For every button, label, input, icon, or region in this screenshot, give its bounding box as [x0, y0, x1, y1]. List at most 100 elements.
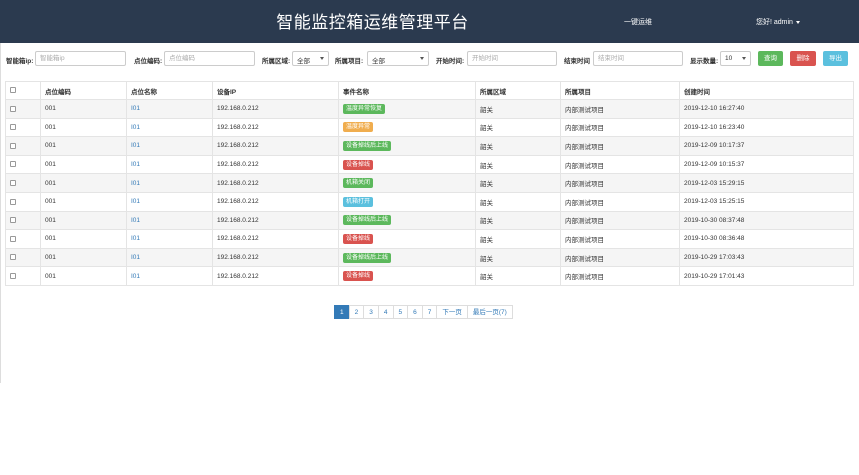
project-label: 所属项目:: [335, 58, 364, 65]
row-select-cell[interactable]: [5, 173, 41, 193]
column-header: 所属项目: [560, 81, 680, 100]
event-badge: 设备掉线: [343, 271, 374, 282]
point-name-link[interactable]: I01: [131, 124, 140, 131]
table-row[interactable]: 001 I01 192.168.0.212 设备掉线 韶关 内部测试项目 2019-10-3…: [5, 229, 854, 249]
page-7-button[interactable]: 7: [421, 305, 438, 319]
row-select-cell[interactable]: [5, 247, 41, 268]
page-1-button[interactable]: 1: [334, 305, 350, 319]
row-checkbox[interactable]: [10, 161, 16, 168]
event-badge: 设备掉线后上线: [343, 140, 392, 151]
project-cell: 内部测试项目: [560, 266, 680, 286]
table-row[interactable]: 001 I01 192.168.0.212 设备掉线 韶关 内部测试项目 2019-12-0…: [5, 154, 854, 175]
table-row[interactable]: 001 I01 192.168.0.212 机箱打开 韶关 内部测试项目 2019-12-0…: [5, 191, 854, 212]
point-name-cell: I01: [126, 210, 213, 231]
last-page-button[interactable]: 最后一页(7): [466, 305, 513, 319]
row-select-cell[interactable]: [5, 229, 41, 249]
table-row[interactable]: 001 I01 192.168.0.212 设备掉线 韶关 内部测试项目 2019-10-2…: [5, 266, 854, 286]
point-name-link[interactable]: I01: [131, 217, 140, 224]
row-checkbox[interactable]: [10, 217, 16, 224]
point-code-cell: 001: [40, 191, 127, 212]
user-menu[interactable]: 您好! admin: [756, 17, 800, 27]
event-name-cell: 设备掉线后上线: [338, 136, 476, 156]
created-time-cell: 2019-12-09 10:15:37: [679, 154, 854, 175]
point-name-cell: I01: [126, 229, 213, 249]
page-4-button[interactable]: 4: [377, 305, 394, 319]
row-checkbox[interactable]: [10, 254, 16, 261]
row-checkbox[interactable]: [10, 179, 16, 186]
pagination: 1 2 3 4 5 6 7 下一页 最后一页(7): [334, 305, 513, 319]
row-select-cell[interactable]: [5, 191, 41, 212]
point-name-link[interactable]: I01: [131, 235, 140, 242]
row-checkbox[interactable]: [10, 142, 16, 149]
one-click-maintenance-link[interactable]: 一键运维: [624, 17, 652, 27]
created-time-cell: 2019-10-29 17:01:43: [679, 266, 854, 286]
event-badge: 温度异常恢复: [343, 103, 386, 114]
row-select-cell[interactable]: [5, 136, 41, 156]
created-time-cell: 2019-12-03 15:25:15: [679, 191, 854, 212]
table-row[interactable]: 001 I01 192.168.0.212 设备掉线后上线 韶关 内部测试项目 2019-1…: [5, 210, 854, 231]
row-checkbox[interactable]: [10, 272, 16, 279]
row-checkbox[interactable]: [10, 124, 16, 131]
column-header: 创建时间: [679, 81, 854, 100]
created-time-cell: 2019-12-09 10:17:37: [679, 136, 854, 156]
page-3-button[interactable]: 3: [363, 305, 379, 319]
box-ip-input[interactable]: [35, 51, 126, 66]
row-checkbox[interactable]: [10, 198, 16, 205]
device-ip-cell: 192.168.0.212: [212, 266, 339, 286]
table-row[interactable]: 001 I01 192.168.0.212 设备掉线后上线 韶关 内部测试项目 2019-1…: [5, 136, 854, 156]
point-name-link[interactable]: I01: [131, 198, 140, 205]
query-button[interactable]: 查询: [758, 51, 783, 66]
created-time-cell: 2019-12-10 16:27:40: [679, 99, 854, 119]
page: 智能监控箱运维管理平台 一键运维 您好! admin 智能箱ip: 点位编码: …: [0, 0, 859, 475]
row-select-cell[interactable]: [5, 154, 41, 175]
area-cell: 韶关: [475, 247, 561, 268]
row-checkbox[interactable]: [10, 235, 16, 242]
area-select[interactable]: 全部: [292, 51, 329, 66]
point-name-link[interactable]: I01: [131, 142, 140, 149]
point-name-link[interactable]: I01: [131, 273, 140, 280]
select-all-checkbox[interactable]: [10, 87, 16, 94]
point-name-link[interactable]: I01: [131, 161, 140, 168]
page-6-button[interactable]: 6: [407, 305, 423, 319]
next-page-button[interactable]: 下一页: [436, 305, 468, 319]
table-row[interactable]: 001 I01 192.168.0.212 温度异常恢复 韶关 内部测试项目 2019-12…: [5, 99, 854, 119]
table-row[interactable]: 001 I01 192.168.0.212 温度异常 韶关 内部测试项目 2019-12-1…: [5, 117, 854, 138]
row-select-cell[interactable]: [5, 210, 41, 231]
point-name-link[interactable]: I01: [131, 105, 140, 112]
point-name-link[interactable]: I01: [131, 180, 140, 187]
project-select-value: 全部: [372, 58, 385, 65]
page-5-button[interactable]: 5: [392, 305, 409, 319]
point-code-cell: 001: [40, 117, 127, 138]
device-ip-cell: 192.168.0.212: [212, 229, 339, 249]
point-name-cell: I01: [126, 247, 213, 268]
table-row[interactable]: 001 I01 192.168.0.212 设备掉线后上线 韶关 内部测试项目 2019-1…: [5, 247, 854, 268]
row-checkbox[interactable]: [10, 105, 16, 112]
display-count-select[interactable]: 10: [720, 51, 751, 66]
caret-down-icon: [795, 20, 800, 24]
project-select[interactable]: 全部: [367, 51, 429, 66]
export-button[interactable]: 导出: [823, 51, 848, 66]
start-time-input[interactable]: [467, 51, 557, 66]
delete-button[interactable]: 删除: [790, 51, 816, 66]
point-code-input[interactable]: [164, 51, 255, 66]
end-time-input[interactable]: [593, 51, 683, 66]
point-name-cell: I01: [126, 99, 213, 119]
row-select-cell[interactable]: [5, 99, 41, 119]
created-time-cell: 2019-10-29 17:03:43: [679, 247, 854, 268]
point-name-link[interactable]: I01: [131, 254, 140, 261]
select-all-cell[interactable]: [5, 81, 41, 100]
row-select-cell[interactable]: [5, 117, 41, 138]
point-code-cell: 001: [40, 154, 127, 175]
point-code-cell: 001: [40, 173, 127, 193]
area-cell: 韶关: [475, 136, 561, 156]
event-badge: 设备掉线后上线: [343, 215, 392, 226]
point-code-cell: 001: [40, 266, 127, 286]
area-cell: 韶关: [475, 229, 561, 249]
project-cell: 内部测试项目: [560, 136, 680, 156]
row-select-cell[interactable]: [5, 266, 41, 286]
table-row[interactable]: 001 I01 192.168.0.212 机箱关闭 韶关 内部测试项目 2019-12-0…: [5, 173, 854, 193]
project-cell: 内部测试项目: [560, 154, 680, 175]
page-2-button[interactable]: 2: [348, 305, 365, 319]
event-name-cell: 设备掉线: [338, 229, 476, 249]
point-code-cell: 001: [40, 99, 127, 119]
